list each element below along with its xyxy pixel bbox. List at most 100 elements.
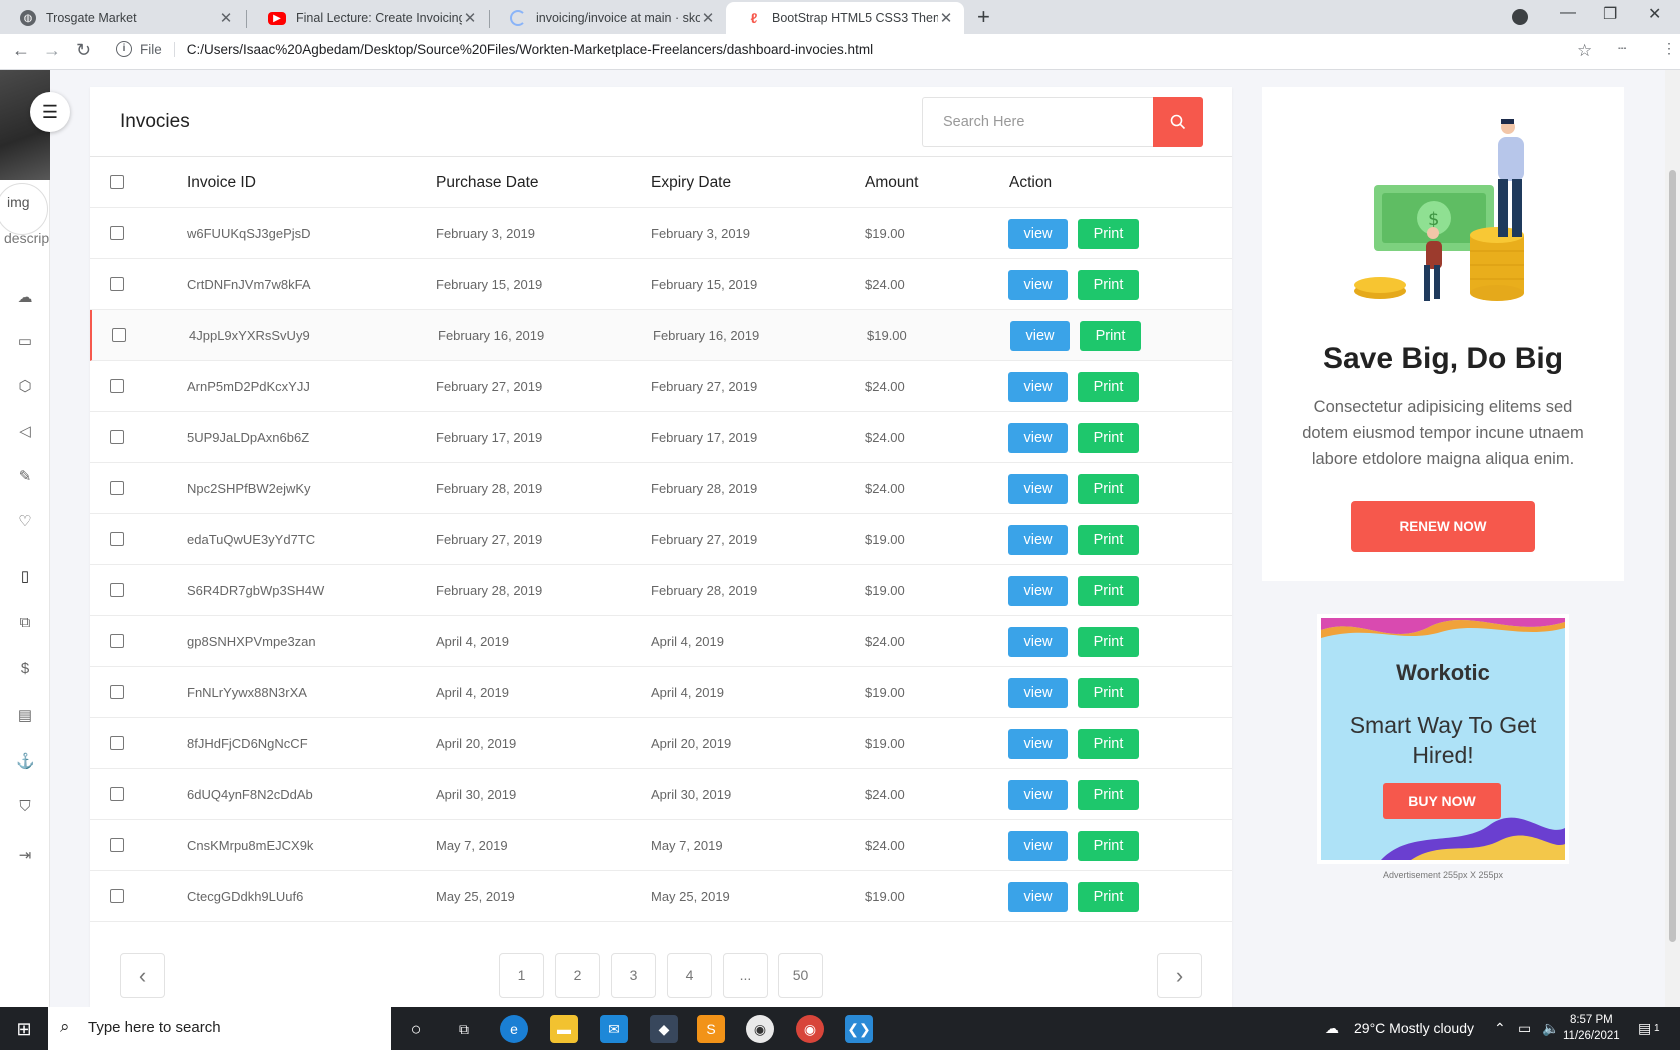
bookmark-star-icon[interactable]: ☆ — [1577, 41, 1592, 61]
row-checkbox[interactable] — [110, 226, 124, 240]
info-icon[interactable]: i — [116, 41, 132, 57]
row-checkbox[interactable] — [110, 736, 124, 750]
window-close-icon[interactable]: ✕ — [1648, 4, 1661, 24]
browser-tab-youtube[interactable]: ▶ Final Lecture: Create Invoicing Ap ✕ — [248, 2, 488, 34]
print-button[interactable]: Print — [1078, 372, 1139, 402]
pagination-page-button[interactable]: 50 — [778, 953, 823, 998]
table-row[interactable]: gp8SNHXPVmpe3zan April 4, 2019 April 4, 20… — [90, 616, 1232, 667]
table-row[interactable]: CnsKMrpu8mEJCX9k May 7, 2019 May 7, 2019 $2… — [90, 820, 1232, 871]
view-button[interactable]: view — [1008, 576, 1068, 606]
view-button[interactable]: view — [1008, 474, 1068, 504]
browser-tab-bootstrap-theme[interactable]: ℓ BootStrap HTML5 CSS3 Theme ✕ — [726, 2, 964, 34]
view-button[interactable]: view — [1008, 627, 1068, 657]
print-button[interactable]: Print — [1078, 270, 1139, 300]
table-row[interactable]: edaTuQwUE3yYd7TC February 27, 2019 Februar… — [90, 514, 1232, 565]
view-button[interactable]: view — [1008, 270, 1068, 300]
back-arrow-icon[interactable]: ← — [12, 40, 30, 61]
taskbar-clock[interactable]: 8:57 PM 11/26/2021 — [1563, 1012, 1620, 1044]
renew-now-button[interactable]: RENEW NOW — [1351, 501, 1535, 552]
row-checkbox[interactable] — [110, 787, 124, 801]
logout-icon[interactable]: ⇥ — [16, 846, 34, 864]
search-button[interactable] — [1153, 97, 1203, 147]
megaphone-icon[interactable]: ◁ — [16, 422, 34, 440]
copy-icon[interactable]: ⧉ — [16, 614, 34, 631]
box-icon[interactable]: ⬡ — [16, 377, 34, 395]
row-checkbox[interactable] — [110, 430, 124, 444]
row-checkbox[interactable] — [110, 481, 124, 495]
sublime-text-icon[interactable]: S — [697, 1015, 725, 1043]
view-button[interactable]: view — [1008, 729, 1068, 759]
pagination-page-button[interactable]: 3 — [611, 953, 656, 998]
task-view-icon[interactable]: ⧉ — [450, 1015, 478, 1043]
row-checkbox[interactable] — [112, 328, 126, 342]
table-row[interactable]: 5UP9JaLDpAxn6b6Z February 17, 2019 Februar… — [90, 412, 1232, 463]
taskbar-search-input[interactable]: ⌕ Type here to search — [48, 1007, 391, 1050]
print-button[interactable]: Print — [1078, 780, 1139, 810]
browser-menu-icon[interactable]: ⋮ — [1662, 40, 1676, 57]
row-checkbox[interactable] — [110, 889, 124, 903]
close-icon[interactable]: ✕ — [462, 9, 478, 27]
view-button[interactable]: view — [1008, 525, 1068, 555]
print-button[interactable]: Print — [1078, 627, 1139, 657]
table-row[interactable]: ArnP5mD2PdKcxYJJ February 27, 2019 Februar… — [90, 361, 1232, 412]
print-button[interactable]: Print — [1078, 576, 1139, 606]
chrome-icon[interactable]: ◉ — [746, 1015, 774, 1043]
print-button[interactable]: Print — [1078, 474, 1139, 504]
file-explorer-icon[interactable]: ▬ — [550, 1015, 578, 1043]
table-row[interactable]: S6R4DR7gbWp3SH4W February 28, 2019 Februar… — [90, 565, 1232, 616]
view-button[interactable]: view — [1008, 678, 1068, 708]
restore-icon[interactable]: ❐ — [1603, 4, 1617, 24]
mail-icon[interactable]: ✉ — [600, 1015, 628, 1043]
notifications-icon[interactable]: ▤ — [1638, 1007, 1651, 1050]
dollar-icon[interactable]: $ — [16, 660, 34, 677]
row-checkbox[interactable] — [110, 634, 124, 648]
page-scrollbar[interactable] — [1665, 70, 1680, 1007]
briefcase-icon[interactable]: ▭ — [16, 332, 34, 350]
view-button[interactable]: view — [1008, 219, 1068, 249]
print-button[interactable]: Print — [1078, 678, 1139, 708]
book-icon[interactable]: ▤ — [16, 706, 34, 724]
view-button[interactable]: view — [1008, 423, 1068, 453]
forward-arrow-icon[interactable]: → — [43, 40, 61, 61]
print-button[interactable]: Print — [1078, 423, 1139, 453]
volume-icon[interactable]: 🔈 — [1542, 1007, 1559, 1050]
reload-icon[interactable]: ↻ — [76, 40, 91, 61]
browser-tab-github[interactable]: invoicing/invoice at main · skolo- ✕ — [490, 2, 726, 34]
cloud-icon[interactable]: ☁ — [16, 288, 34, 306]
network-icon[interactable]: ▭ — [1518, 1007, 1531, 1050]
windows-start-icon[interactable]: ⊞ — [10, 1015, 38, 1043]
weather-text[interactable]: 29°C Mostly cloudy — [1354, 1007, 1474, 1050]
pagination-prev-button[interactable]: ‹ — [120, 953, 165, 998]
row-checkbox[interactable] — [110, 685, 124, 699]
search-input[interactable]: Search Here — [922, 97, 1154, 147]
bookmark-icon[interactable]: ⛉ — [16, 798, 34, 815]
table-row[interactable]: FnNLrYywx88N3rXA April 4, 2019 April 4, 20… — [90, 667, 1232, 718]
url-text[interactable]: C:/Users/Isaac%20Agbedam/Desktop/Source%… — [187, 42, 873, 57]
buy-now-button[interactable]: BUY NOW — [1383, 783, 1501, 819]
heart-icon[interactable]: ♡ — [16, 512, 34, 530]
column-header-purchase-date[interactable]: Purchase Date — [436, 157, 539, 208]
pagination-page-button[interactable]: ... — [723, 953, 768, 998]
app-icon[interactable]: ◆ — [650, 1015, 678, 1043]
vscode-icon[interactable]: ❮❯ — [845, 1015, 873, 1043]
view-button[interactable]: view — [1010, 321, 1070, 351]
tab-search-icon[interactable] — [1512, 9, 1528, 25]
weather-icon[interactable]: ☁ — [1325, 1007, 1339, 1050]
chrome-profile-icon[interactable]: ◉ — [796, 1015, 824, 1043]
hamburger-menu-button[interactable]: ☰ — [30, 92, 70, 132]
close-icon[interactable]: ✕ — [700, 9, 716, 27]
browser-tab-trosgate[interactable]: ◍ Trosgate Market ✕ — [0, 2, 244, 34]
print-button[interactable]: Print — [1078, 831, 1139, 861]
table-row[interactable]: 6dUQ4ynF8N2cDdAb April 30, 2019 April 30, … — [90, 769, 1232, 820]
view-button[interactable]: view — [1008, 780, 1068, 810]
select-all-checkbox[interactable] — [110, 175, 124, 189]
row-checkbox[interactable] — [110, 583, 124, 597]
new-tab-button[interactable]: + — [977, 4, 990, 30]
print-button[interactable]: Print — [1078, 525, 1139, 555]
table-row[interactable]: 8fJHdFjCD6NgNcCF April 20, 2019 April 20, … — [90, 718, 1232, 769]
print-button[interactable]: Print — [1078, 729, 1139, 759]
pagination-page-button[interactable]: 4 — [667, 953, 712, 998]
column-header-invoice-id[interactable]: Invoice ID — [187, 157, 256, 208]
advertisement-banner[interactable]: Workotic Smart Way To Get Hired! BUY NOW — [1317, 614, 1569, 864]
pagination-page-button[interactable]: 2 — [555, 953, 600, 998]
